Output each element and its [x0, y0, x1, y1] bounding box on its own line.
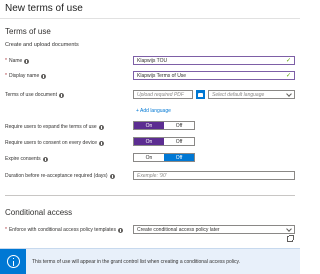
- info-icon[interactable]: [117, 227, 123, 233]
- info-circle-icon: [6, 255, 20, 268]
- info-icon[interactable]: [42, 156, 48, 162]
- chevron-down-icon: [286, 90, 292, 97]
- display-name-label: * Display name: [5, 73, 47, 79]
- name-label-text: Name: [8, 58, 23, 64]
- info-icon[interactable]: [41, 73, 47, 79]
- policy-template-value: Create conditional access policy later: [137, 226, 220, 233]
- name-label: * Name: [5, 58, 30, 64]
- language-select[interactable]: Select default language: [208, 90, 295, 99]
- display-name-input-value: Klapwijs Terms of Use: [137, 72, 187, 79]
- display-name-input[interactable]: Klapwijs Terms of Use ✓: [133, 71, 295, 80]
- page-title: New terms of use: [5, 3, 83, 14]
- info-bar-icon-box: [0, 248, 26, 274]
- checkmark-icon: ✓: [285, 57, 291, 64]
- checkmark-icon: ✓: [285, 72, 291, 79]
- policy-label: * Enforce with conditional access policy…: [5, 227, 123, 233]
- terms-section-title: Terms of use: [5, 27, 51, 36]
- required-asterisk: *: [5, 73, 7, 79]
- document-label-text: Terms of use document: [5, 92, 57, 98]
- info-icon[interactable]: [109, 173, 115, 179]
- info-icon[interactable]: [24, 58, 30, 64]
- info-icon[interactable]: [58, 92, 64, 98]
- name-input[interactable]: Klapwijs TOU ✓: [133, 56, 295, 65]
- chevron-down-icon: [286, 225, 292, 232]
- consent-toggle-on[interactable]: On: [134, 138, 164, 145]
- expand-toggle-on[interactable]: On: [134, 122, 164, 129]
- expire-toggle[interactable]: On Off: [133, 153, 195, 162]
- consent-toggle-off[interactable]: Off: [164, 138, 194, 145]
- duration-input-placeholder: Exemple: '90': [137, 172, 167, 179]
- duration-input[interactable]: Exemple: '90': [133, 171, 295, 180]
- policy-template-select[interactable]: Create conditional access policy later: [133, 225, 295, 234]
- info-bar: This terms of use will appear in the gra…: [0, 248, 300, 274]
- name-input-value: Klapwijs TOU: [137, 57, 168, 64]
- upload-pdf-placeholder: Upload required PDF: [137, 91, 184, 98]
- upload-pdf-input[interactable]: Upload required PDF: [133, 90, 193, 99]
- expand-toggle[interactable]: On Off: [133, 121, 195, 130]
- language-select-placeholder: Select default language: [212, 91, 265, 98]
- required-asterisk: *: [5, 58, 7, 64]
- expand-toggle-off[interactable]: Off: [164, 122, 194, 129]
- consent-toggle[interactable]: On Off: [133, 137, 195, 146]
- expire-toggle-label: Expire consents: [5, 156, 48, 162]
- expire-toggle-off[interactable]: Off: [164, 154, 194, 161]
- document-label: Terms of use document: [5, 92, 64, 98]
- required-asterisk: *: [5, 227, 7, 233]
- external-link-icon[interactable]: [287, 235, 294, 242]
- terms-section-subtitle: Create and upload documents: [5, 42, 79, 48]
- expire-toggle-label-text: Expire consents: [5, 156, 41, 162]
- duration-label: Duration before re-acceptance required (…: [5, 173, 115, 179]
- display-name-label-text: Display name: [8, 73, 40, 79]
- duration-label-text: Duration before re-acceptance required (…: [5, 173, 108, 179]
- expand-toggle-label: Require users to expand the terms of use: [5, 124, 104, 130]
- info-icon[interactable]: [98, 124, 104, 130]
- expire-toggle-on[interactable]: On: [134, 154, 164, 161]
- add-language-link[interactable]: + Add language: [136, 108, 171, 114]
- folder-browse-button[interactable]: [196, 90, 205, 99]
- conditional-section-title: Conditional access: [5, 208, 73, 217]
- blade-header: New terms of use: [0, 0, 300, 19]
- info-icon[interactable]: [99, 140, 104, 146]
- info-bar-message: This terms of use will appear in the gra…: [32, 258, 241, 265]
- consent-toggle-label: Require users to consent on every device: [5, 140, 104, 146]
- policy-label-text: Enforce with conditional access policy t…: [8, 227, 116, 233]
- expand-toggle-label-text: Require users to expand the terms of use: [5, 124, 97, 130]
- section-divider: [5, 195, 295, 196]
- folder-icon: [198, 92, 203, 97]
- consent-toggle-label-text: Require users to consent on every device: [5, 140, 97, 146]
